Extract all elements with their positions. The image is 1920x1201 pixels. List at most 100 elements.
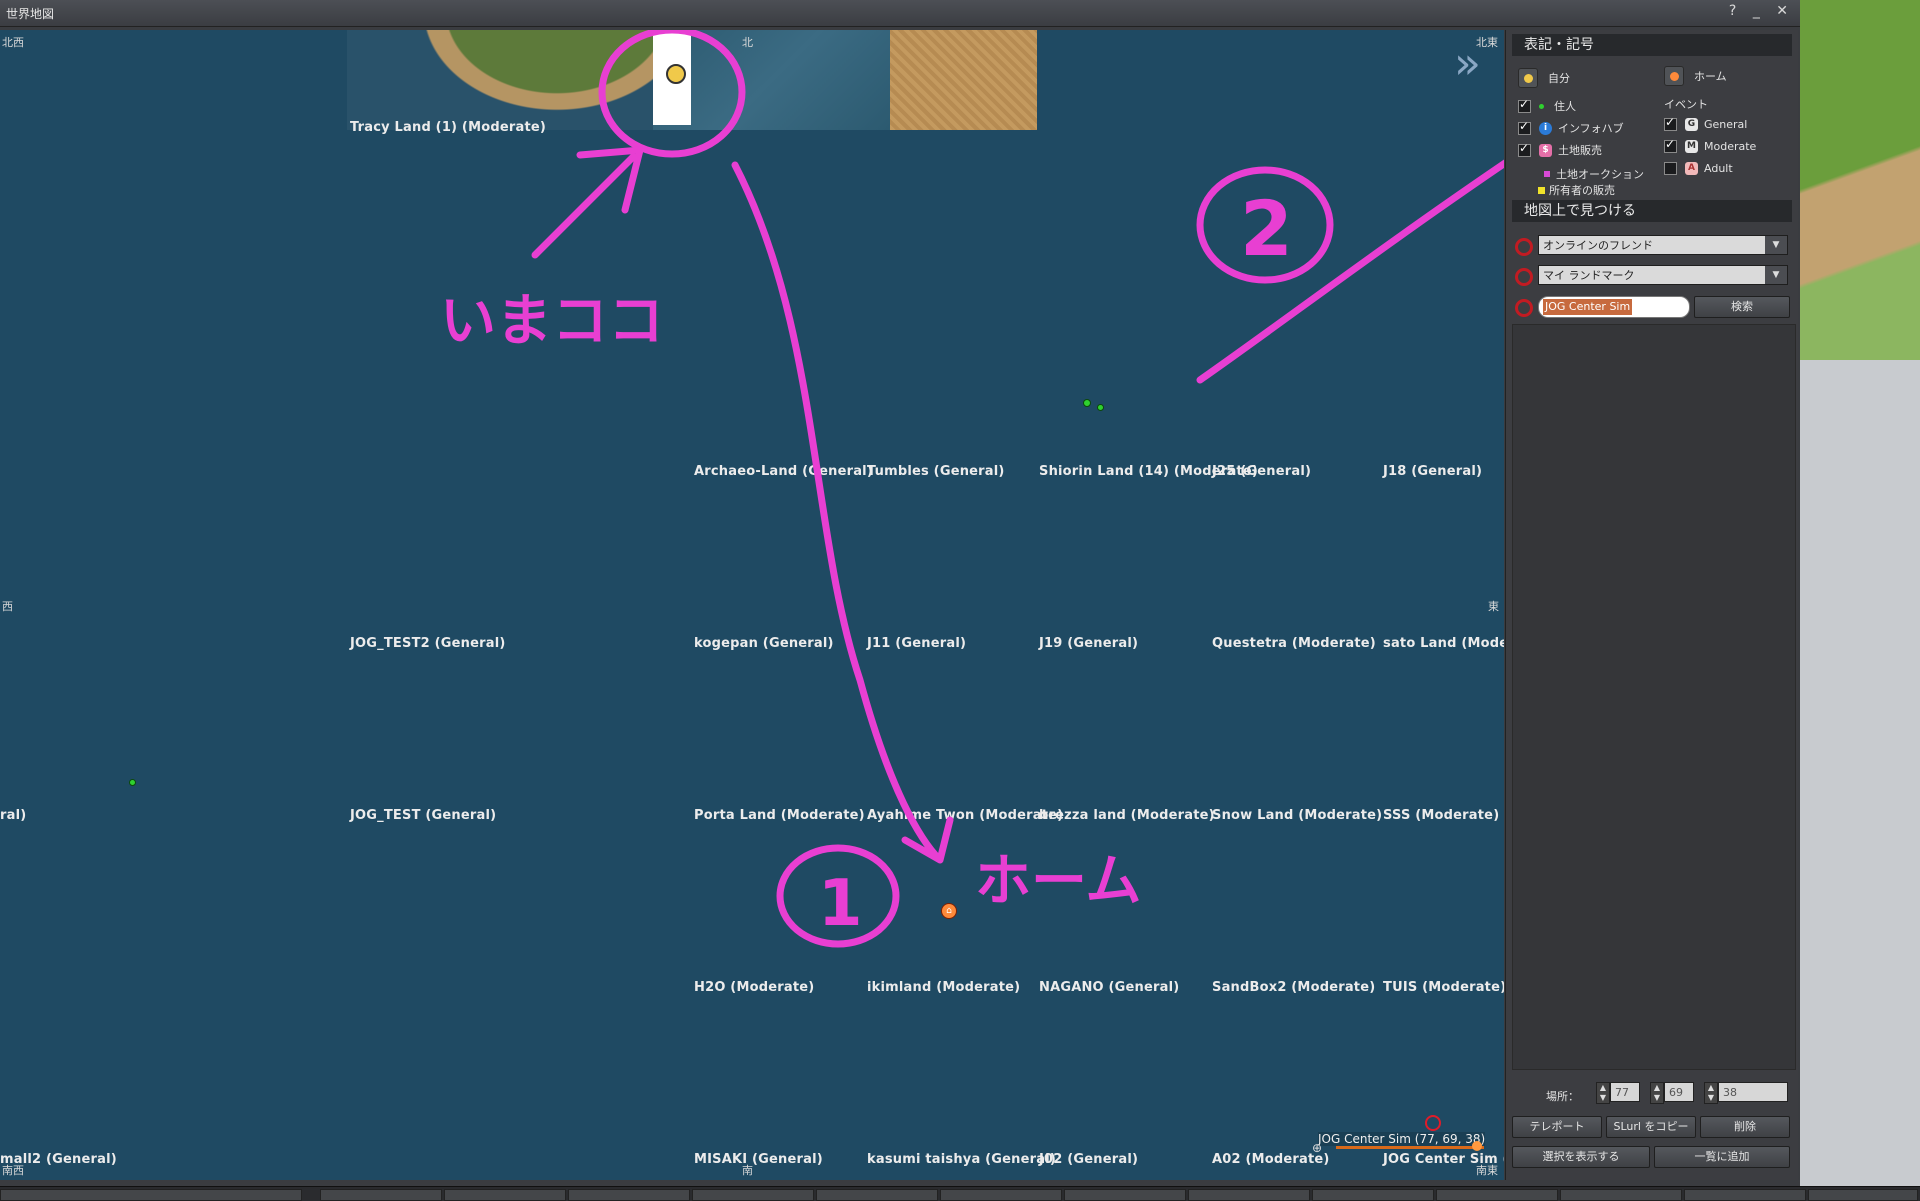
region-label[interactable]: Snow Land (Moderate) — [1212, 808, 1382, 823]
toolbar-button[interactable] — [940, 1189, 1062, 1201]
region-label[interactable]: ral) — [0, 808, 26, 823]
region-label[interactable]: ikimland (Moderate) — [867, 980, 1020, 995]
region-label[interactable]: J02 (General) — [1039, 1152, 1138, 1167]
chevron-down-icon[interactable]: ▼ — [1765, 236, 1787, 254]
moderate-label: Moderate — [1704, 140, 1757, 153]
toolbar-button[interactable] — [1436, 1189, 1558, 1201]
online-friends-combo[interactable]: オンラインのフレンド ▼ — [1538, 235, 1788, 255]
region-label[interactable]: H2O (Moderate) — [694, 980, 814, 995]
region-label[interactable]: kasumi taishya (General) — [867, 1152, 1056, 1167]
region-label[interactable]: SandBox2 (Moderate) — [1212, 980, 1375, 995]
bottom-toolbar — [0, 1186, 1920, 1201]
help-button[interactable]: ? — [1727, 3, 1742, 19]
resident-dot[interactable] — [1097, 404, 1104, 411]
toolbar-button[interactable] — [320, 1189, 442, 1201]
x-stepper[interactable]: ▲ ▼ — [1596, 1082, 1610, 1104]
search-button[interactable]: 検索 — [1694, 296, 1790, 318]
chevron-down-icon[interactable]: ▼ — [1765, 266, 1787, 284]
region-label[interactable]: Questetra (Moderate) — [1212, 636, 1376, 651]
search-results-list[interactable] — [1512, 324, 1796, 1070]
annotation-text-here: いまココ — [440, 289, 664, 354]
x-coordinate-field[interactable]: 77 — [1610, 1082, 1640, 1102]
region-label[interactable]: JOG Center Sim (G — [1383, 1152, 1504, 1167]
region-label[interactable]: NAGANO (General) — [1039, 980, 1179, 995]
land-auction-label: 土地オークション — [1556, 168, 1644, 181]
zoom-slider-track[interactable] — [1336, 1146, 1484, 1149]
region-label[interactable]: kogepan (General) — [694, 636, 834, 651]
z-coordinate-field[interactable]: 38 — [1718, 1082, 1788, 1102]
residents-checkbox[interactable] — [1518, 97, 1531, 113]
region-label[interactable]: J18 (General) — [1383, 464, 1482, 479]
toolbar-button[interactable] — [568, 1189, 690, 1201]
toolbar-button[interactable] — [816, 1189, 938, 1201]
resident-dot[interactable] — [1083, 399, 1091, 407]
coordinate-readout: JOG Center Sim (77, 69, 38) — [1318, 1132, 1486, 1146]
close-button[interactable]: ✕ — [1774, 3, 1794, 19]
toolbar-button[interactable] — [444, 1189, 566, 1201]
annotation-text-one: 1 — [818, 867, 863, 941]
region-label[interactable]: mall2 (General) — [0, 1152, 117, 1167]
legend-heading: 表記・記号 — [1512, 34, 1792, 56]
show-selection-button[interactable]: 選択を表示する — [1512, 1146, 1650, 1168]
region-label[interactable]: sato Land (Moder — [1383, 636, 1504, 651]
map-canvas[interactable]: 北西 北 北東 西 東 南西 南 南東 Tracy Land (1) (Mode… — [0, 30, 1504, 1180]
landmark-combo-value: マイ ランドマーク — [1543, 269, 1635, 282]
z-stepper[interactable]: ▲ ▼ — [1704, 1082, 1718, 1104]
resident-dot[interactable] — [129, 779, 136, 786]
region-search-input[interactable]: JOG Center Sim — [1538, 296, 1690, 318]
region-label[interactable]: Tracy Land (1) (Moderate) — [350, 120, 546, 135]
region-label[interactable]: JOG_TEST (General) — [350, 808, 496, 823]
home-legend-icon — [1664, 66, 1684, 86]
toolbar-button[interactable] — [1808, 1189, 1918, 1201]
zoom-slider-thumb[interactable] — [1472, 1141, 1482, 1151]
land-sale-icon: $ — [1539, 143, 1552, 157]
adult-checkbox[interactable] — [1664, 162, 1677, 175]
region-label[interactable]: J19 (General) — [1039, 636, 1138, 651]
annotation-circle-one — [776, 844, 900, 948]
moderate-checkbox[interactable] — [1664, 137, 1677, 153]
general-label: General — [1704, 118, 1748, 131]
expand-panel-icon[interactable]: » — [1454, 42, 1481, 86]
land-sale-checkbox[interactable] — [1518, 141, 1531, 157]
toolbar-button[interactable] — [1684, 1189, 1806, 1201]
teleport-button[interactable]: テレポート — [1512, 1116, 1602, 1138]
toolbar-button[interactable] — [1064, 1189, 1186, 1201]
home-legend-label: ホーム — [1694, 70, 1727, 83]
region-label[interactable]: J11 (General) — [867, 636, 966, 651]
self-legend-label: 自分 — [1548, 72, 1570, 85]
delete-button[interactable]: 削除 — [1700, 1116, 1790, 1138]
moderate-icon: M — [1685, 140, 1698, 153]
add-to-list-button[interactable]: 一覧に追加 — [1654, 1146, 1790, 1168]
infohub-checkbox[interactable] — [1518, 119, 1531, 135]
search-status-icon — [1515, 299, 1533, 317]
y-stepper[interactable]: ▲ ▼ — [1650, 1082, 1664, 1104]
toolbar-button[interactable] — [1188, 1189, 1310, 1201]
owner-sale-label: 所有者の販売 — [1549, 184, 1615, 197]
toolbar-button[interactable] — [0, 1189, 302, 1201]
legend-panel: 表記・記号 自分 ホーム 住人 i インフォハブ $ 土地販売 土地オークション — [1505, 30, 1798, 1180]
region-label[interactable]: TUIS (Moderate) — [1383, 980, 1504, 995]
region-label[interactable]: Porta Land (Moderate) — [694, 808, 865, 823]
region-label[interactable]: SSS (Moderate) — [1383, 808, 1499, 823]
toolbar-button[interactable] — [1312, 1189, 1434, 1201]
region-label[interactable]: Archaeo-Land (General) — [694, 464, 873, 479]
auction-legend-icon — [1544, 171, 1550, 177]
region-label[interactable]: JOG_TEST2 (General) — [350, 636, 506, 651]
general-checkbox[interactable] — [1664, 115, 1677, 131]
region-label[interactable]: MISAKI (General) — [694, 1152, 823, 1167]
landmark-combo[interactable]: マイ ランドマーク ▼ — [1538, 265, 1788, 285]
toolbar-button[interactable] — [692, 1189, 814, 1201]
region-label[interactable]: J25 (General) — [1212, 464, 1311, 479]
minimize-button[interactable]: _ — [1751, 3, 1766, 19]
toolbar-button[interactable] — [1560, 1189, 1682, 1201]
y-coordinate-field[interactable]: 69 — [1664, 1082, 1694, 1102]
copy-slurl-button[interactable]: SLurl をコピー — [1606, 1116, 1696, 1138]
home-marker-icon[interactable]: ⌂ — [941, 903, 957, 919]
infohub-label: インフォハブ — [1558, 122, 1624, 135]
location-label: 場所： — [1546, 1090, 1579, 1103]
region-label[interactable]: Ayahime Twon (Moderate) — [867, 808, 1063, 823]
landmark-status-icon — [1515, 268, 1533, 286]
region-label[interactable]: brezza land (Moderate) — [1039, 808, 1215, 823]
region-label[interactable]: Tumbles (General) — [867, 464, 1005, 479]
window-title: 世界地図 — [6, 7, 55, 21]
